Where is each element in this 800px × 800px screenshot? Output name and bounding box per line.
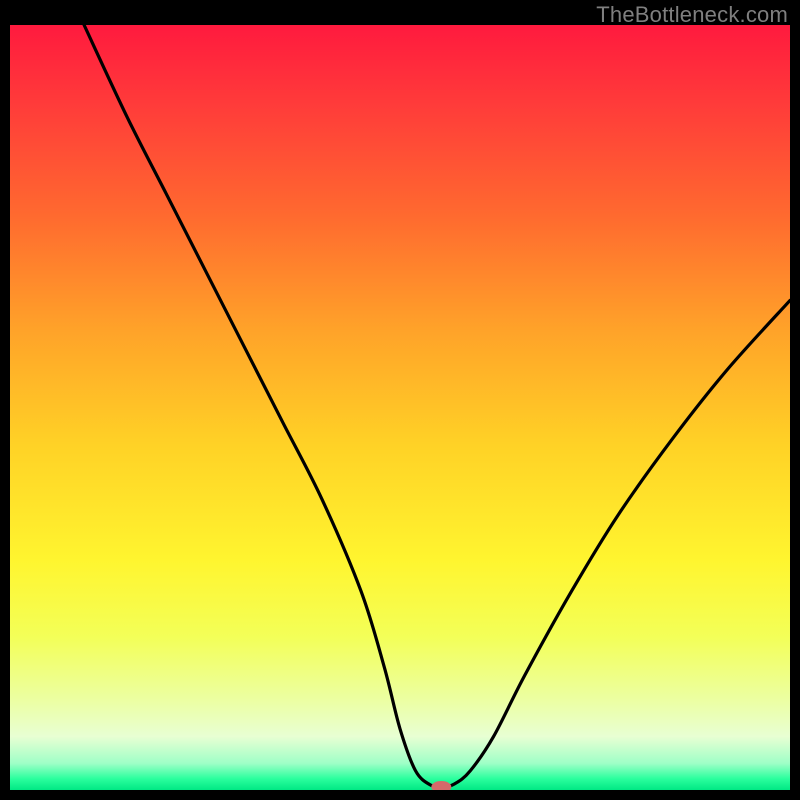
chart-frame	[10, 25, 790, 790]
bottleneck-chart	[10, 25, 790, 790]
chart-gradient-bg	[10, 25, 790, 790]
